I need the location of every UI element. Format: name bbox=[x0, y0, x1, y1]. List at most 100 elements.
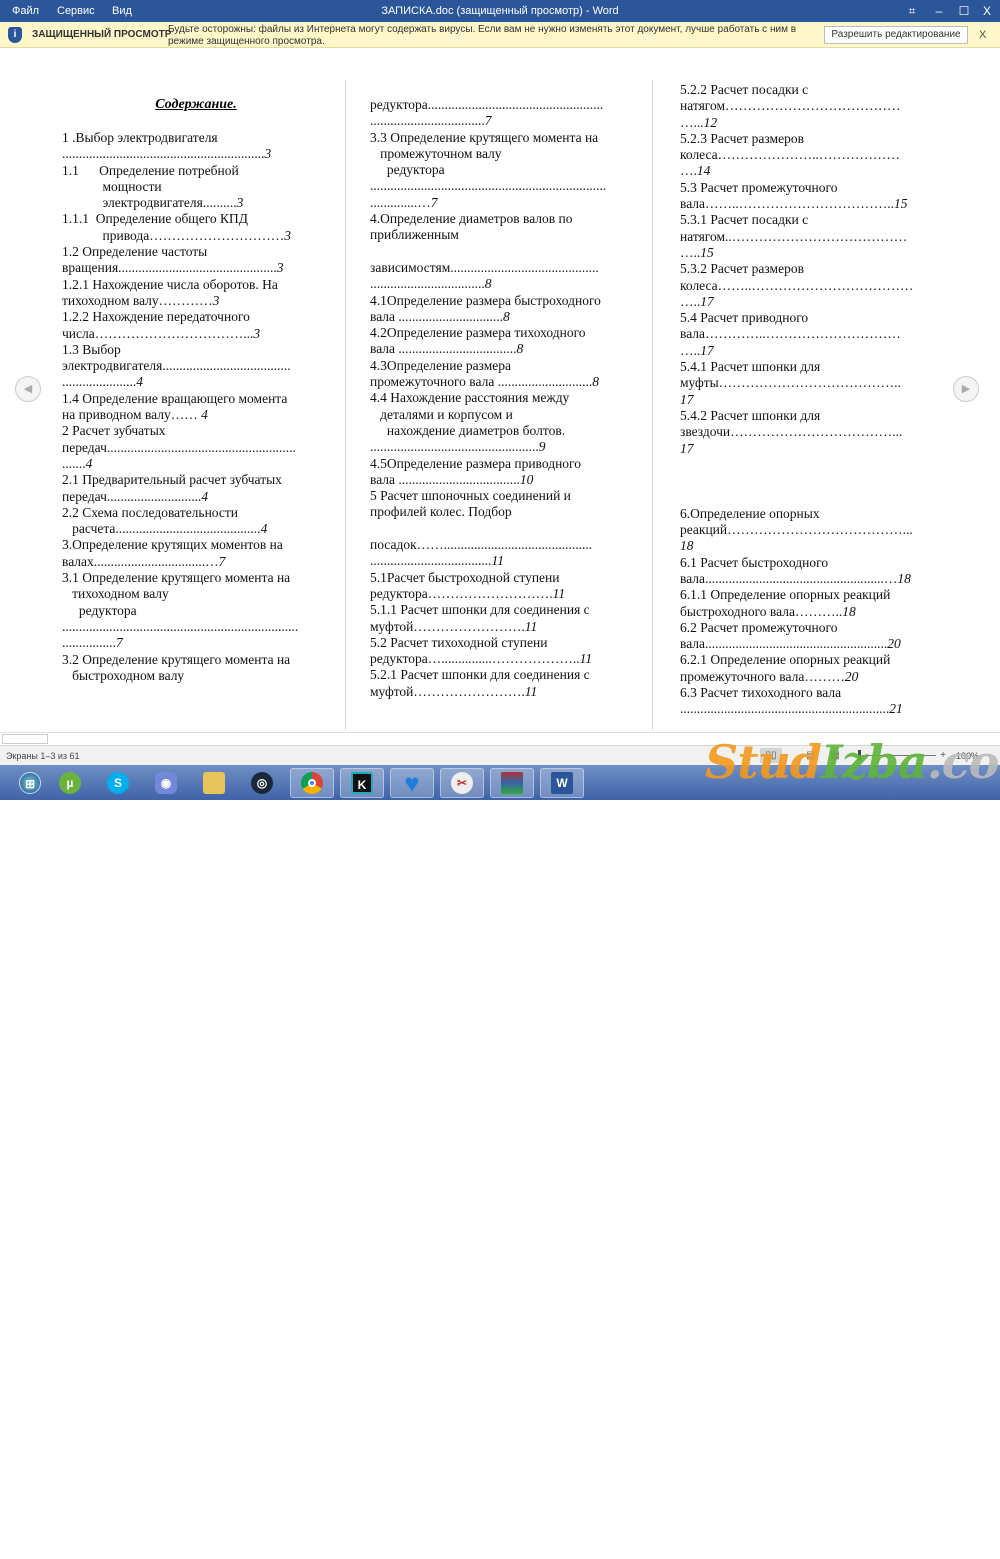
clock-time: 2:26 bbox=[977, 1536, 995, 1546]
toc-line-text: 2 Расчет зубчатых bbox=[62, 423, 166, 439]
toc-page-number: 18 bbox=[842, 603, 856, 619]
taskbar-kompas[interactable]: K bbox=[340, 768, 384, 798]
toc-line-text: 1 .Выбор электродвигателя bbox=[62, 130, 218, 145]
toc-line: 1.4 Определение вращающего момента bbox=[62, 391, 334, 407]
toc-line-text: 1.2 Определение частоты bbox=[62, 244, 208, 260]
scrollbar-thumb[interactable] bbox=[2, 734, 48, 744]
toc-line-text: редуктора bbox=[62, 602, 137, 618]
toc-line-text: .................................. bbox=[370, 113, 485, 129]
toc-line-text: 1.1.1 Определение общего КПД bbox=[62, 211, 248, 227]
toc-page-number: 8 bbox=[516, 341, 524, 357]
system-clock[interactable]: 2:26 11.03.2020 bbox=[940, 1535, 995, 1559]
toc-line-text: вращения................................… bbox=[62, 260, 277, 276]
shield-info-icon: i bbox=[8, 27, 22, 43]
toc-line: 5.4.1 Расчет шпонки для bbox=[680, 359, 942, 375]
toc-line-text: звездочи………………………………... bbox=[680, 424, 903, 440]
zoom-in-button[interactable]: + bbox=[932, 748, 954, 763]
toc-page-number: 3 bbox=[264, 146, 272, 162]
taskbar-paint[interactable]: ✂ bbox=[440, 768, 484, 798]
toc-page-number: 3 bbox=[236, 195, 244, 211]
zoom-level[interactable]: 100% bbox=[956, 751, 979, 761]
taskbar-utorrent[interactable]: µ bbox=[48, 768, 92, 798]
minimize-button[interactable]: – bbox=[930, 3, 948, 19]
menu-view[interactable]: Вид bbox=[112, 5, 132, 17]
toc-line-text: муфтой……………………. bbox=[370, 618, 525, 634]
toc-line-text: вала....................................… bbox=[680, 636, 888, 652]
taskbar-skype[interactable]: S bbox=[96, 768, 140, 798]
toc-line: редуктора bbox=[370, 162, 632, 178]
close-bar-icon[interactable]: X bbox=[979, 29, 986, 41]
toc-line-text: 4.3Определение размера bbox=[370, 357, 511, 373]
print-layout-icon[interactable]: ▤ bbox=[800, 748, 822, 763]
toc-line-text: быстроходном валу bbox=[62, 667, 185, 683]
next-screen-button[interactable]: ▶ bbox=[953, 376, 979, 402]
toc-line: 6.3 Расчет тихоходного вала bbox=[680, 685, 942, 701]
toc-line: 5.3.1 Расчет посадки с bbox=[680, 212, 942, 228]
toc-line: ........................................… bbox=[680, 701, 942, 717]
close-button[interactable]: X bbox=[978, 3, 996, 19]
zoom-slider-knob[interactable] bbox=[858, 750, 861, 760]
toc-line-text: 3.3 Определение крутящего момента на bbox=[370, 129, 599, 145]
toc-line: 3.2 Определение крутящего момента на bbox=[62, 652, 334, 668]
taskbar-heart-app[interactable]: ♥ bbox=[390, 768, 434, 798]
toc-line: передач............................4 bbox=[62, 489, 334, 505]
zoom-slider[interactable] bbox=[862, 755, 936, 756]
enable-editing-button[interactable]: Разрешить редактирование bbox=[824, 26, 968, 44]
toc-line: реакций…………………………………... bbox=[680, 522, 942, 538]
toc-line-text: 4.2Определение размера тихоходного bbox=[370, 325, 586, 341]
toc-line-text: редуктора………………………. bbox=[370, 585, 553, 601]
taskbar-discord[interactable]: ◉ bbox=[144, 768, 188, 798]
toc-line-text: 5.3 Расчет промежуточного bbox=[680, 179, 838, 195]
toc-line-text: 5.2 Расчет тихоходной ступени bbox=[370, 634, 548, 650]
menu-file[interactable]: Файл bbox=[12, 5, 39, 17]
taskbar-chrome[interactable] bbox=[290, 768, 334, 798]
taskbar-winrar[interactable] bbox=[490, 768, 534, 798]
toc-line-text: 1.3 Выбор bbox=[62, 341, 121, 357]
taskbar-word[interactable]: W bbox=[540, 768, 584, 798]
toc-line-text: 5.1Расчет быстроходной ступени bbox=[370, 569, 560, 585]
toc-line: расчета.................................… bbox=[62, 521, 334, 537]
toc-line: редуктора bbox=[62, 603, 334, 619]
toc-line-text: 5.2.2 Расчет посадки с bbox=[680, 82, 809, 97]
toc-line: 5.2.3 Расчет размеров bbox=[680, 131, 942, 147]
toc-line-text: привода………………………… bbox=[62, 227, 285, 243]
toc-page-number: 20 bbox=[844, 668, 859, 684]
toc-line: 4.Определение диаметров валов по bbox=[370, 211, 632, 227]
horizontal-scrollbar[interactable] bbox=[0, 732, 1000, 745]
windows-logo-icon: ⊞ bbox=[19, 772, 41, 794]
read-mode-icon[interactable]: ▯▯ bbox=[760, 748, 782, 763]
taskbar-explorer[interactable] bbox=[192, 768, 236, 798]
toc-line-text: ........................................… bbox=[62, 618, 299, 634]
previous-screen-button[interactable]: ◀ bbox=[15, 376, 41, 402]
menu-service[interactable]: Сервис bbox=[57, 5, 95, 17]
toc-line-text: 5.1.1 Расчет шпонки для соединения с bbox=[370, 602, 590, 618]
toc-line: ........................................… bbox=[62, 146, 334, 162]
toc-page-number: 11 bbox=[524, 618, 538, 634]
start-button[interactable]: ⊞ bbox=[8, 768, 52, 798]
taskbar-steam[interactable]: ◎ bbox=[240, 768, 284, 798]
toc-line-text: вала……..…………………………….. bbox=[680, 196, 895, 212]
toc-line-text: 1.2.2 Нахождение передаточного bbox=[62, 309, 250, 325]
toc-line: муфты………………………………….. bbox=[680, 375, 942, 391]
toc-line-text: 3.1 Определение крутящего момента на bbox=[62, 570, 291, 586]
toc-line-text: ........................................… bbox=[370, 178, 607, 194]
toc-line-text: 3.2 Определение крутящего момента на bbox=[62, 651, 291, 667]
toc-line-text: 6.2 Расчет промежуточного bbox=[680, 619, 838, 635]
toc-line-text: электродвигателя........................… bbox=[62, 358, 291, 374]
toc-line-text: 5.4.2 Расчет шпонки для bbox=[680, 407, 821, 423]
toc-line: 6.1 Расчет быстроходного bbox=[680, 555, 942, 571]
toc-line: 6.2.1 Определение опорных реакций bbox=[680, 652, 942, 668]
maximize-button[interactable]: ☐ bbox=[955, 3, 973, 19]
toc-line: 1.3 Выбор bbox=[62, 342, 334, 358]
toc-line-text: числа……………………………... bbox=[62, 325, 254, 341]
fullscreen-button[interactable]: ⌗ bbox=[903, 3, 921, 19]
toc-line-text: ….. bbox=[680, 342, 701, 358]
toc-line: 5.3.2 Расчет размеров bbox=[680, 261, 942, 277]
document-view[interactable]: Содержание. 1 .Выбор электродвигателя...… bbox=[0, 48, 1000, 732]
toc-line: 1.2.1 Нахождение числа оборотов. На bbox=[62, 277, 334, 293]
toc-line: ......................4 bbox=[62, 374, 334, 390]
toc-line-text: передач............................ bbox=[62, 488, 202, 504]
toc-line: редуктора…...............………………..11 bbox=[370, 651, 632, 667]
page-3-column: 5.2.2 Расчет посадки с натягом……………………………… bbox=[680, 82, 942, 718]
toc-line: 5.2 Расчет тихоходной ступени bbox=[370, 635, 632, 651]
